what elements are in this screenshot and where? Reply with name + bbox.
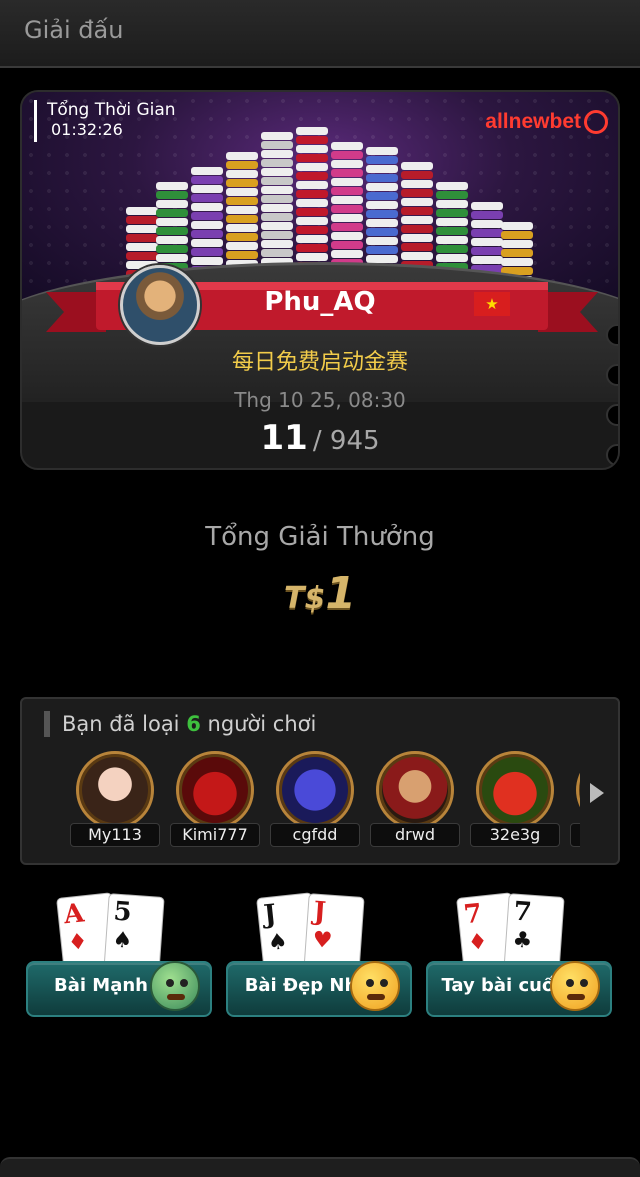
- strongest-hand-button[interactable]: A ♦ 5 ♠ Bài Mạnh: [26, 892, 212, 1019]
- eliminated-players-panel: Bạn đã loại 6 người chơi My113 Kimi777 c…: [20, 697, 620, 865]
- rank-total: / 945: [312, 426, 380, 456]
- tournament-banner: Tổng Thời Gian 01:32:26 allnewbet Phu_AQ…: [20, 90, 620, 470]
- eliminated-player[interactable]: x: [570, 751, 580, 851]
- avatar: [576, 751, 580, 829]
- avatar: [176, 751, 254, 829]
- prize-amount: 1: [325, 568, 356, 619]
- last-hand-button[interactable]: 7 ♦ 7 ♣ Tay bài cuối: [426, 892, 612, 1019]
- player-name: Phu_AQ: [264, 287, 376, 317]
- sad-face-icon: [150, 961, 200, 1011]
- eliminated-players-list[interactable]: My113 Kimi777 cgfdd drwd 32e3g x: [70, 751, 580, 851]
- brand-logo: allnewbet: [485, 110, 608, 134]
- page-title: Giải đấu: [24, 16, 124, 44]
- eliminated-player[interactable]: 32e3g: [470, 751, 560, 851]
- scroll-right-arrow-icon[interactable]: [590, 783, 604, 803]
- total-time-value: 01:32:26: [51, 120, 123, 139]
- surprised-face-icon: [550, 961, 600, 1011]
- ticket-notch: [606, 444, 618, 466]
- player-name-tag: My113: [70, 823, 160, 847]
- prize-label: Tổng Giải Thưởng: [205, 522, 435, 552]
- vietnam-flag-icon: ★: [474, 292, 510, 316]
- eliminated-player[interactable]: cgfdd: [270, 751, 360, 851]
- best-hand-button[interactable]: J ♠ J ♥ Bài Đẹp Nh: [226, 892, 412, 1019]
- player-name-tag: 32e3g: [470, 823, 560, 847]
- player-name-tag: drwd: [370, 823, 460, 847]
- eliminated-player[interactable]: Kimi777: [170, 751, 260, 851]
- total-time: Tổng Thời Gian 01:32:26: [34, 100, 176, 142]
- total-time-label: Tổng Thời Gian: [47, 100, 176, 120]
- player-name-tag: x: [570, 823, 580, 847]
- player-name-tag: cgfdd: [270, 823, 360, 847]
- avatar: [276, 751, 354, 829]
- avatar: [376, 751, 454, 829]
- eliminated-title: Bạn đã loại 6 người chơi: [44, 711, 316, 737]
- eliminated-player[interactable]: My113: [70, 751, 160, 851]
- thinking-face-icon: [350, 961, 400, 1011]
- eliminated-count: 6: [186, 712, 201, 736]
- brand-logo-icon: [584, 110, 608, 134]
- eliminated-player[interactable]: drwd: [370, 751, 460, 851]
- event-date: Thg 10 25, 08:30: [234, 388, 406, 412]
- header-bar: Giải đấu: [0, 0, 640, 68]
- avatar: [76, 751, 154, 829]
- event-name: 每日免费启动金赛: [231, 350, 408, 375]
- rank-position: 11: [260, 418, 308, 458]
- avatar: [476, 751, 554, 829]
- player-name-tag: Kimi777: [170, 823, 260, 847]
- rank-display: 11 / 945: [22, 418, 618, 458]
- bottom-bar: [0, 1157, 640, 1177]
- prize-value: T$1: [0, 568, 640, 619]
- prize-currency: T$: [284, 581, 326, 616]
